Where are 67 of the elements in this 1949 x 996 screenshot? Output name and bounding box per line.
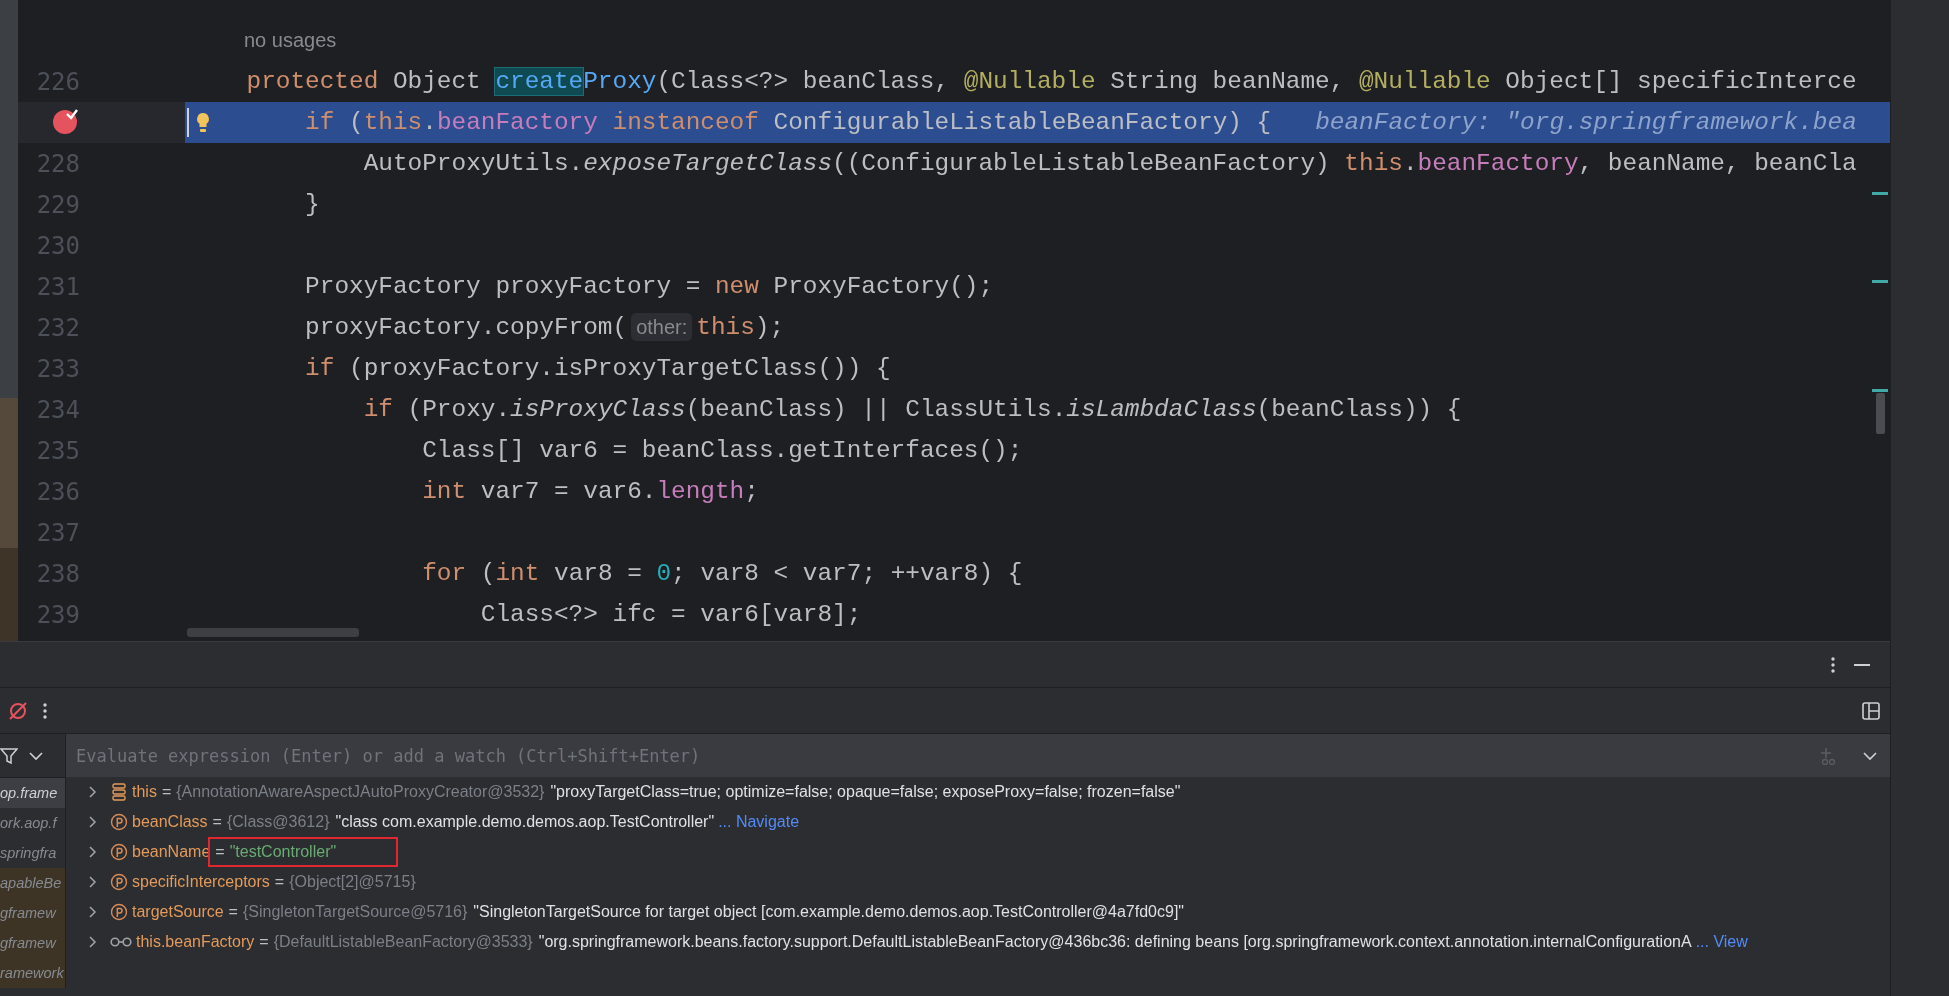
code-line: protected Object createProxy(Class<?> beanClass, @Nullable String beanName, @Nullable Object[] specificInterce xyxy=(246,68,1857,95)
usage-hint[interactable]: no usages xyxy=(185,29,337,52)
equals-sign: = xyxy=(274,873,285,891)
expand-icon[interactable] xyxy=(86,845,98,859)
lightbulb-icon[interactable] xyxy=(195,110,211,134)
code-line: if (proxyFactory.isProxyTargetClass()) { xyxy=(305,355,891,382)
variable-name: this.beanFactory xyxy=(136,933,255,951)
code-line: int var7 = var6.length; xyxy=(422,478,759,505)
code-line: Class<?> ifc = var6[var8]; xyxy=(480,601,862,628)
expand-icon[interactable] xyxy=(86,875,98,889)
expand-icon[interactable] xyxy=(86,905,98,919)
field-icon xyxy=(110,783,128,801)
variable-type: {Class@3612} xyxy=(226,813,330,831)
variable-type: {AnnotationAwareAspectJAutoProxyCreator@3532} xyxy=(176,783,545,801)
code-line: if (Proxy.isProxyClass(beanClass) || ClassUtils.isLambdaClass(beanClass)) { xyxy=(363,396,1462,423)
code-line: proxyFactory.copyFrom( other: this); xyxy=(305,314,785,341)
code-line: } xyxy=(305,191,320,218)
equals-sign: = xyxy=(212,813,222,831)
parameter-icon xyxy=(110,843,128,861)
equals-sign: = xyxy=(259,933,269,951)
variable-value: "class com.example.demo.demos.aop.TestController" xyxy=(335,813,715,831)
filter-icon[interactable] xyxy=(0,746,18,765)
variable-type: {Object[2]@5715} xyxy=(289,873,416,891)
expand-icon[interactable] xyxy=(86,815,98,829)
code-line: AutoProxyUtils.exposeTargetClass((ConfigurableListableBeanFactory) this.beanFactory, beanName, beanCla xyxy=(363,150,1857,177)
variable-value: "org.springframework.beans.factory.support.DefaultListableBeanFactory@436bc36: defining beans [org.springframework.context.annotation.internalConfigurationA xyxy=(538,933,1692,951)
variable-type: {SingletonTargetSource@5716} xyxy=(242,903,468,921)
link[interactable]: ... Navigate xyxy=(718,813,800,831)
change-marker[interactable] xyxy=(1872,389,1888,392)
breakpoint-icon[interactable] xyxy=(52,108,79,134)
variable-name: beanClass xyxy=(132,813,208,831)
stack-frame[interactable]: gframew xyxy=(0,928,65,958)
variable-name: this xyxy=(132,783,157,801)
code-line: ProxyFactory proxyFactory = new ProxyFactory(); xyxy=(305,273,994,300)
variable-value: "testController" xyxy=(229,843,337,860)
parameter-icon xyxy=(110,903,128,921)
link[interactable]: ... View xyxy=(1695,933,1748,951)
code-line: for (int var8 = 0; var8 < var7; ++var8) { xyxy=(422,560,1023,587)
stack-frame[interactable]: apableBe xyxy=(0,868,65,898)
equals-sign: = xyxy=(228,903,238,921)
code-line: if (this.beanFactory instanceof ConfigurableListableBeanFactory) { beanFactory: "org.springframework.bea xyxy=(305,109,1857,136)
stack-frame[interactable]: ramework xyxy=(0,958,65,988)
horizontal-scrollbar[interactable] xyxy=(187,628,359,637)
variable-name: specificInterceptors xyxy=(132,873,270,891)
change-marker[interactable] xyxy=(1872,192,1888,195)
scrollbar-thumb[interactable] xyxy=(1876,393,1885,434)
parameter-icon xyxy=(110,813,128,831)
variable-value: "proxyTargetClass=true; optimize=false; opaque=false; exposeProxy=false; frozen=false" xyxy=(550,783,1181,801)
expand-icon[interactable] xyxy=(86,785,98,799)
change-marker[interactable] xyxy=(1872,280,1888,283)
variable-name: beanName xyxy=(132,843,211,861)
equals-sign: = xyxy=(215,843,225,860)
layout-icon[interactable] xyxy=(1862,701,1880,720)
code-line: Class[] var6 = beanClass.getInterfaces(); xyxy=(422,437,1023,464)
parameter-icon xyxy=(110,873,128,891)
stack-frame[interactable]: op.frame xyxy=(0,778,65,808)
more-icon[interactable] xyxy=(42,701,48,720)
stack-frame[interactable]: ork.aop.f xyxy=(0,808,65,838)
stack-frame[interactable]: springfra xyxy=(0,838,65,868)
variable-value: "SingletonTargetSource for target object [com.example.demo.demos.aop.TestController@4a7fd0c9]" xyxy=(473,903,1184,921)
variable-type: {DefaultListableBeanFactory@3533} xyxy=(273,933,533,951)
stack-frame[interactable]: gframew xyxy=(0,898,65,928)
mute-breakpoints-icon[interactable] xyxy=(8,700,28,721)
variable-name: targetSource xyxy=(132,903,224,921)
expand-icon[interactable] xyxy=(86,935,98,949)
equals-sign: = xyxy=(161,783,172,801)
more-icon[interactable] xyxy=(1830,655,1836,674)
